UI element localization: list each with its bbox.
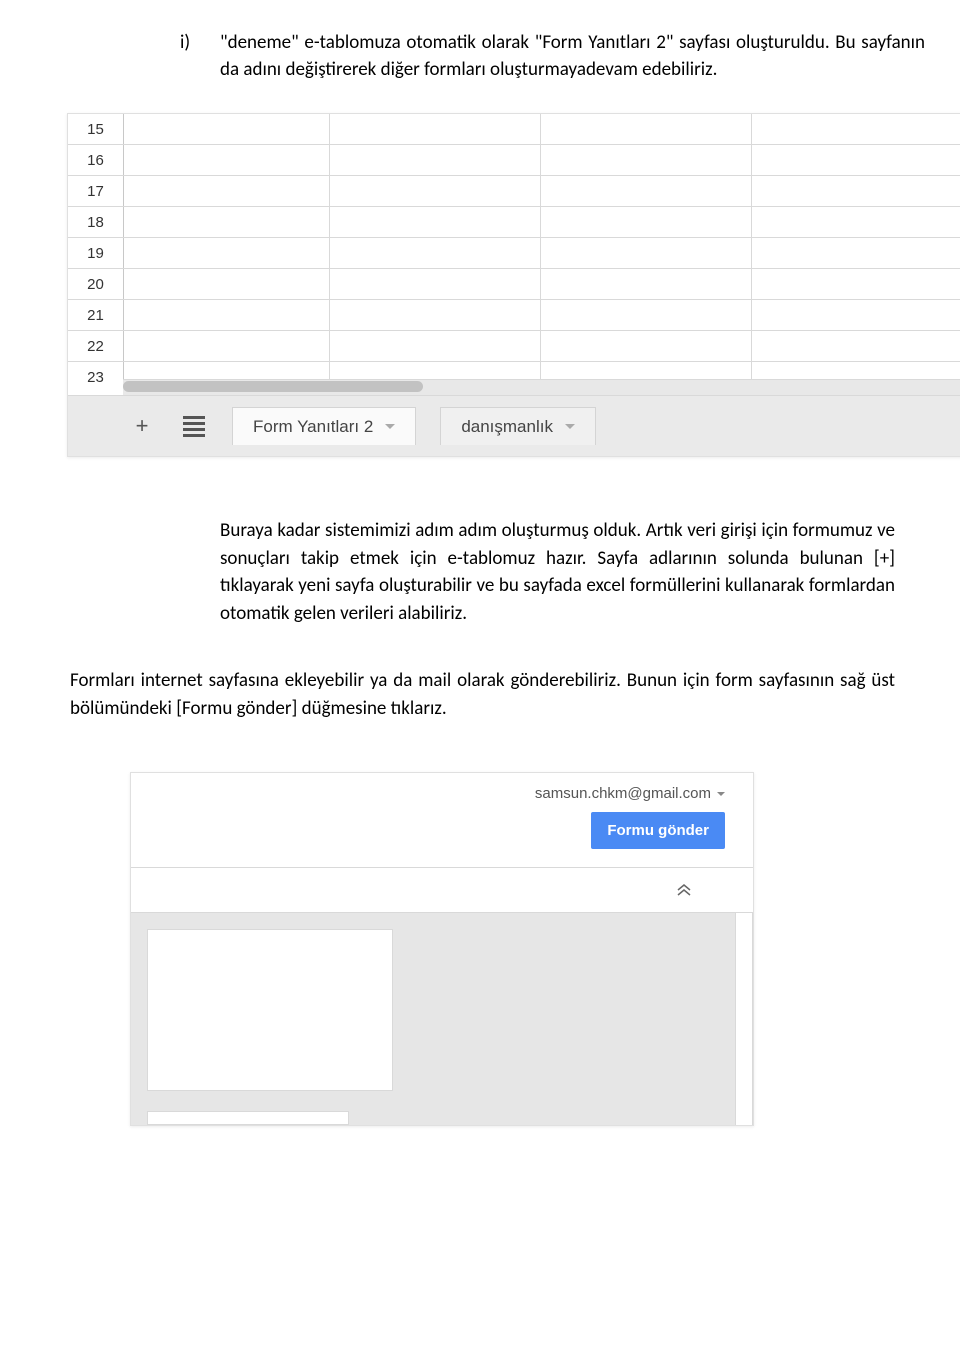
row-header[interactable]: 17 [68,176,124,206]
form-screenshot: samsun.chkm@gmail.com Formu gönder [130,772,754,1126]
cell[interactable] [124,176,330,206]
paragraph-1: "deneme" e-tablomuza otomatik olarak "Fo… [220,30,925,83]
sheet-tab-bar: + Form Yanıtları 2 danışmanlık [68,396,960,456]
account-email-text: samsun.chkm@gmail.com [535,785,711,802]
cell[interactable] [124,269,330,299]
cell[interactable] [541,269,752,299]
row-header[interactable]: 21 [68,300,124,330]
row-header[interactable]: 19 [68,238,124,268]
sheet-grid: 15 16 17 18 [68,114,960,396]
cell[interactable] [752,300,960,330]
send-form-button[interactable]: Formu gönder [591,812,725,849]
row-header[interactable]: 18 [68,207,124,237]
form-header: samsun.chkm@gmail.com Formu gönder [131,773,753,868]
cell[interactable] [330,145,541,175]
form-question-card[interactable] [147,929,393,1091]
cell[interactable] [541,145,752,175]
sheet-tab-form-responses[interactable]: Form Yanıtları 2 [232,407,416,445]
cell[interactable] [752,207,960,237]
cell[interactable] [541,114,752,144]
cell[interactable] [330,300,541,330]
sheet-tab-danismanlik[interactable]: danışmanlık [440,407,596,445]
cell[interactable] [541,238,752,268]
cell[interactable] [752,176,960,206]
all-sheets-button[interactable] [180,412,208,440]
cell[interactable] [124,238,330,268]
cell[interactable] [752,331,960,361]
cell[interactable] [124,331,330,361]
list-item-i: i) "deneme" e-tablomuza otomatik olarak … [180,30,925,83]
list-marker: i) [180,30,220,83]
cell[interactable] [752,114,960,144]
chevron-down-icon [385,424,395,429]
cell[interactable] [124,145,330,175]
cell[interactable] [330,331,541,361]
form-subbar [131,868,753,913]
sheets-screenshot: 15 16 17 18 [67,113,960,457]
cell[interactable] [541,207,752,237]
cell[interactable] [541,331,752,361]
cell[interactable] [330,176,541,206]
row-header[interactable]: 15 [68,114,124,144]
paragraph-3: Formları internet sayfasına ekleyebilir … [70,667,895,722]
cell[interactable] [330,114,541,144]
cell[interactable] [124,114,330,144]
form-strip [147,1111,349,1125]
row-header[interactable]: 16 [68,145,124,175]
row-header[interactable]: 20 [68,269,124,299]
cell[interactable] [752,145,960,175]
cell[interactable] [124,207,330,237]
chevron-down-icon [565,424,575,429]
cell[interactable] [124,300,330,330]
sheet-tab-label: Form Yanıtları 2 [253,417,373,437]
cell[interactable] [330,269,541,299]
cell[interactable] [541,176,752,206]
row-header[interactable]: 22 [68,331,124,361]
chevron-down-icon [717,792,725,796]
paragraph-2: Buraya kadar sistemimizi adım adım oluşt… [220,517,895,627]
cell[interactable] [330,238,541,268]
cell[interactable] [541,300,752,330]
cell[interactable] [752,269,960,299]
row-header[interactable]: 23 [68,362,124,392]
horizontal-scrollbar[interactable] [123,379,960,395]
account-email[interactable]: samsun.chkm@gmail.com [535,785,725,802]
sheet-tab-label: danışmanlık [461,417,553,437]
cell[interactable] [752,238,960,268]
collapse-icon[interactable] [675,881,693,899]
form-body [131,913,753,1125]
cell[interactable] [330,207,541,237]
add-sheet-button[interactable]: + [128,412,156,440]
